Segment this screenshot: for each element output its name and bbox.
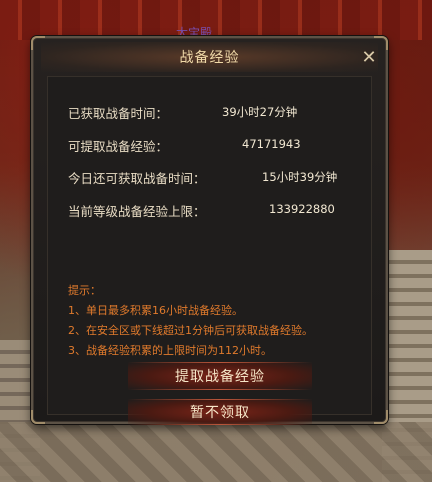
tip-item: 1、单日最多积累16小时战备经验。 [68, 304, 243, 317]
tips-heading: 提示： [68, 284, 101, 297]
corner-ornament [374, 410, 388, 424]
tips-section: 提示： 1、单日最多积累16小时战备经验。 2、在安全区或下线超过1分钟后可获取… [68, 281, 313, 361]
level-cap-label: 当前等级战备经验上限： [68, 204, 206, 219]
extract-exp-button[interactable]: 提取战备经验 [128, 362, 312, 390]
dialog-title-bar: 战备经验 [41, 42, 378, 72]
remaining-today-value: 15小时39分钟 [262, 170, 338, 184]
corner-ornament [31, 410, 45, 424]
level-cap-value: 133922880 [269, 202, 335, 216]
background-roof [0, 0, 432, 40]
collected-time-label: 已获取战备时间： [68, 106, 169, 121]
decline-button[interactable]: 暂不领取 [128, 399, 312, 425]
background-floor [0, 422, 432, 482]
close-icon: ✕ [361, 46, 377, 68]
combat-readiness-dialog: 战备经验 ✕ 已获取战备时间： 39小时27分钟 可提取战备经验： 471719… [31, 36, 388, 425]
dialog-content: 已获取战备时间： 39小时27分钟 可提取战备经验： 47171943 今日还可… [47, 76, 372, 425]
remaining-today-label: 今日还可获取战备时间： [68, 171, 206, 186]
close-button[interactable]: ✕ [358, 46, 380, 68]
extractable-exp-value: 47171943 [242, 137, 301, 151]
collected-time-value: 39小时27分钟 [222, 105, 298, 119]
dialog-title: 战备经验 [179, 50, 240, 66]
extractable-exp-label: 可提取战备经验： [68, 139, 169, 154]
tip-item: 3、战备经验积累的上限时间为112小时。 [68, 344, 272, 357]
tip-item: 2、在安全区或下线超过1分钟后可获取战备经验。 [68, 324, 313, 337]
